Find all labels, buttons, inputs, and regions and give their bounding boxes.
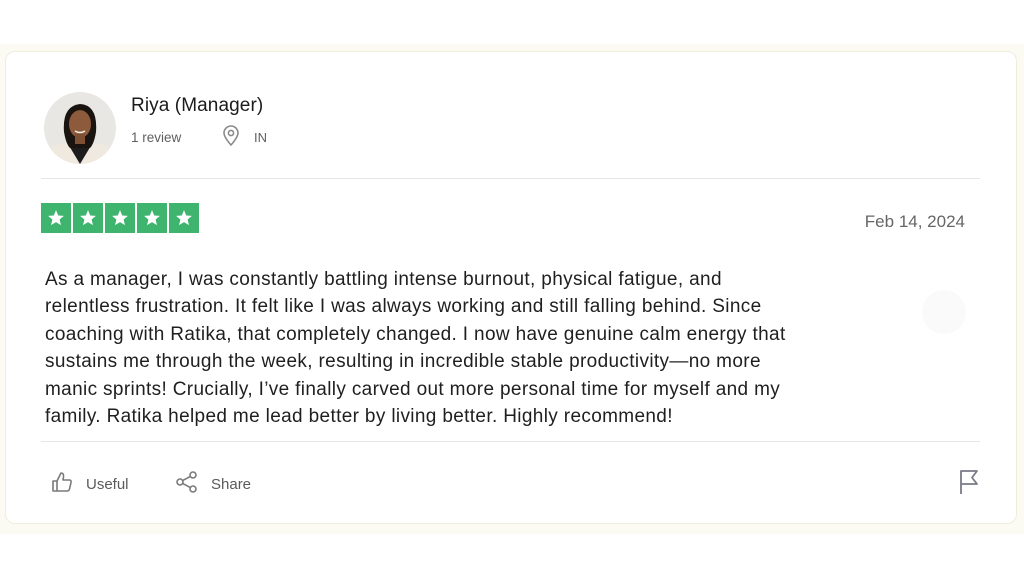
star-icon [137, 203, 167, 233]
useful-label: Useful [86, 475, 129, 493]
star-icon [169, 203, 199, 233]
share-icon [175, 470, 199, 498]
reviewer-country: IN [254, 130, 267, 145]
footer-divider [41, 441, 980, 442]
reviewer-name[interactable]: Riya (Manager) [131, 95, 263, 117]
review-line: As a manager, I was constantly battling … [45, 269, 722, 290]
star-icon [105, 203, 135, 233]
thumbs-up-icon [50, 470, 74, 498]
review-line: relentless frustration. It felt like I w… [45, 296, 762, 318]
star-rating [41, 203, 199, 233]
star-icon [41, 203, 71, 233]
review-date: Feb 14, 2024 [864, 212, 965, 231]
review-line: family. Ratika helped me lead better by … [45, 406, 673, 428]
review-count: 1 review [131, 130, 182, 145]
location-pin-icon [221, 125, 241, 147]
share-label: Share [211, 475, 252, 493]
header-divider [41, 178, 980, 179]
share-button[interactable]: Share [175, 470, 251, 498]
review-line: coaching with Ratika, that completely ch… [45, 323, 786, 345]
review-line: sustains me through the week, resulting … [45, 351, 761, 373]
useful-button[interactable]: Useful [50, 470, 129, 498]
avatar[interactable] [44, 92, 116, 164]
flag-icon[interactable] [957, 469, 981, 495]
star-icon [73, 203, 103, 233]
faint-overlay-circle [922, 290, 966, 334]
review-line: manic sprints! Crucially, I’ve finally c… [45, 378, 781, 400]
review-body: As a manager, I was constantly battling … [45, 266, 845, 430]
